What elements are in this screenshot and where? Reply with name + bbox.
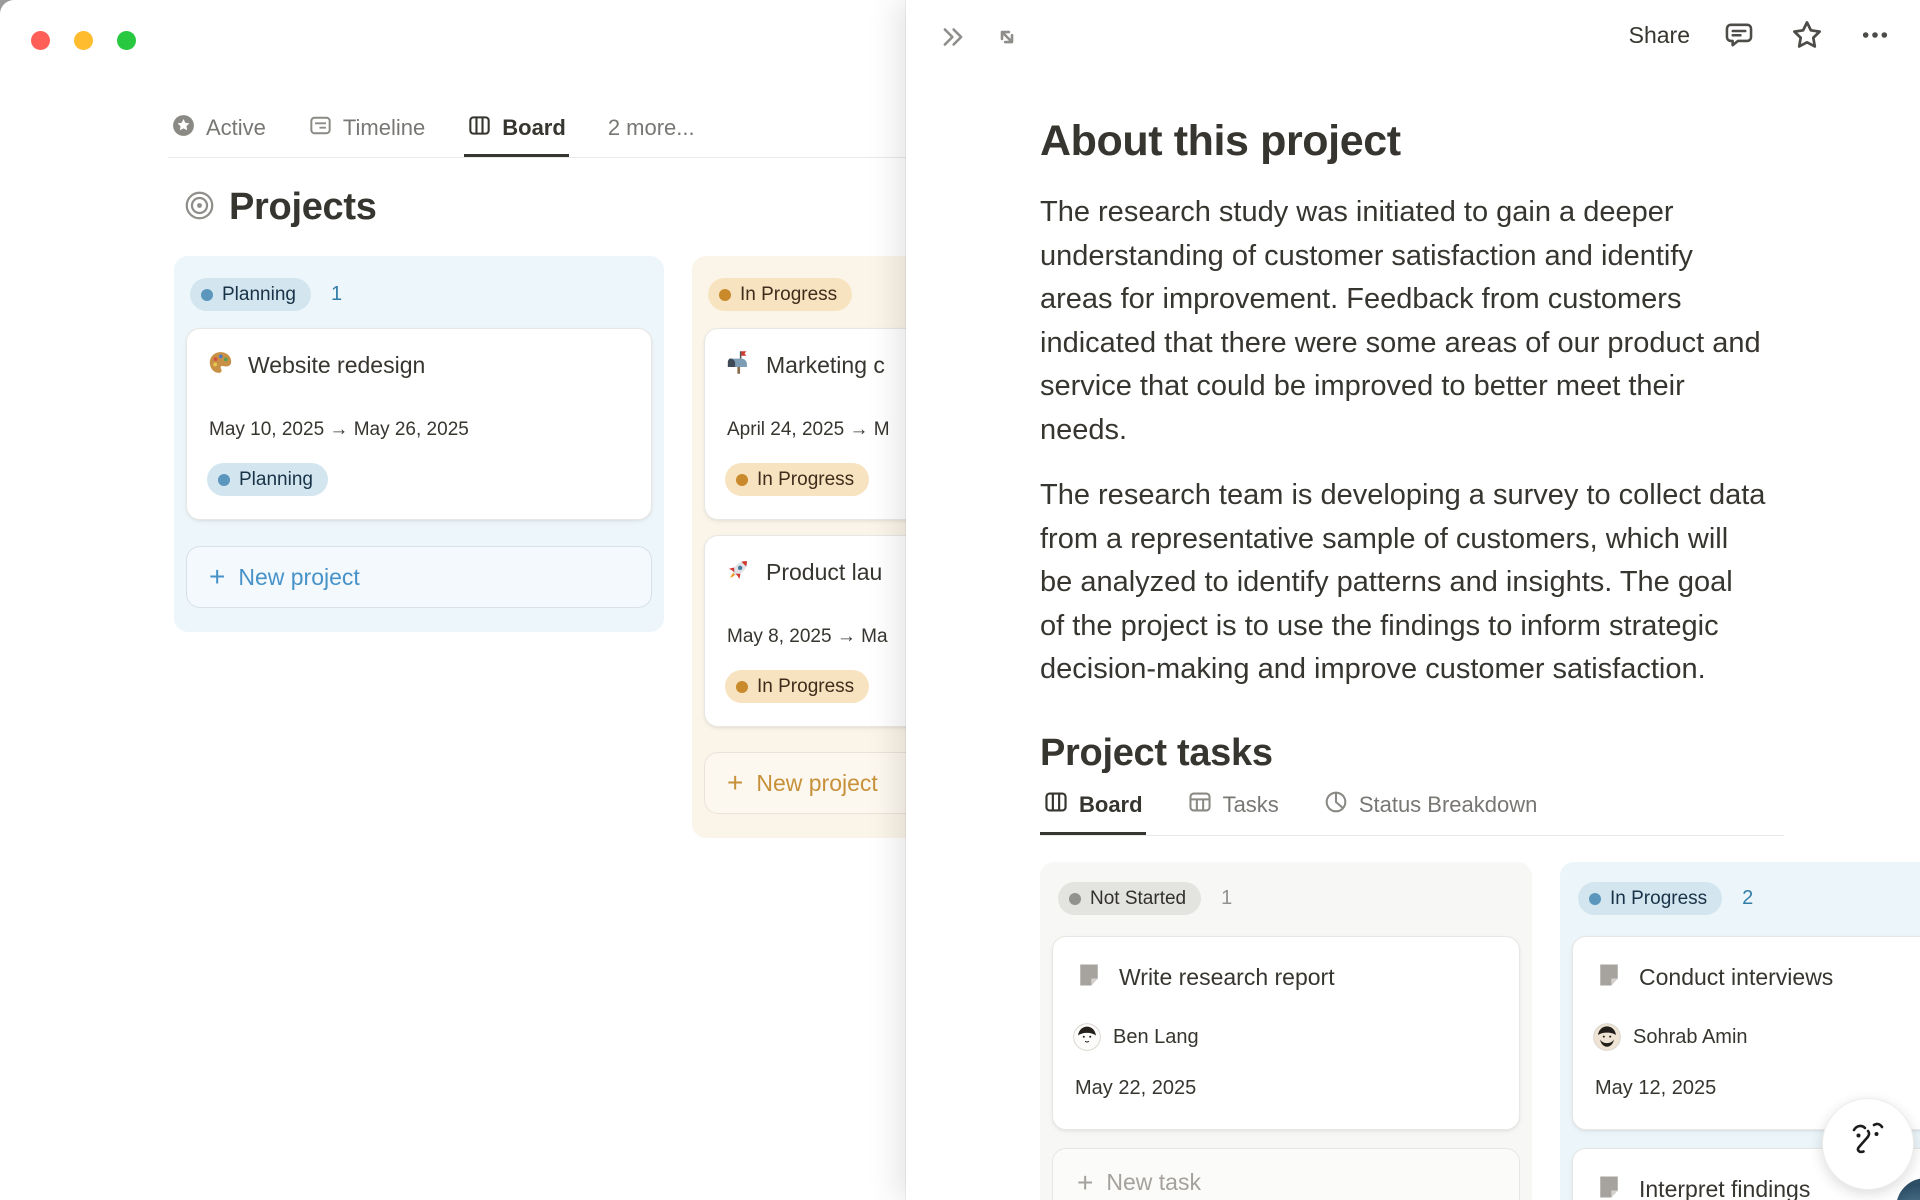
starred-view-icon xyxy=(171,113,196,144)
notion-ai-button[interactable] xyxy=(1822,1098,1914,1190)
page-icon xyxy=(1595,961,1623,994)
card-title: Marketing c xyxy=(766,351,885,378)
page-icon xyxy=(1595,1173,1623,1200)
project-column-planning: Planning 1 Website redesign May 10, 2025… xyxy=(174,256,664,632)
section-heading-about: About this project xyxy=(1040,116,1401,165)
status-dot xyxy=(719,288,731,301)
column-count: 1 xyxy=(1221,887,1233,909)
comment-icon[interactable] xyxy=(1720,16,1758,54)
task-view-tabs: Board Tasks Status Breakdown xyxy=(1040,778,1784,836)
expand-diagonal-icon[interactable] xyxy=(988,18,1026,56)
task-card-write-research-report[interactable]: Write research report Ben Lang May 22, 2… xyxy=(1052,936,1520,1130)
card-title: Product lau xyxy=(766,558,883,585)
palette-icon xyxy=(207,349,234,381)
task-column-not-started: Not Started 1 Write research report Ben … xyxy=(1040,862,1532,1200)
target-icon xyxy=(184,190,215,226)
page-title-row: Projects xyxy=(184,186,377,229)
card-date-range: April 24, 2025 → M xyxy=(727,419,890,440)
task-date: May 22, 2025 xyxy=(1075,1077,1197,1099)
board-view-icon xyxy=(1043,789,1069,821)
close-button[interactable] xyxy=(31,31,50,50)
card-date-range: May 10, 2025 → May 26, 2025 xyxy=(209,419,469,440)
share-button[interactable]: Share xyxy=(1629,22,1690,49)
column-count: 1 xyxy=(330,283,343,305)
page-icon xyxy=(1075,961,1103,994)
view-tab-label: Timeline xyxy=(342,115,426,140)
card-title: Website redesign xyxy=(248,351,426,378)
mailbox-icon xyxy=(725,349,752,381)
status-pill-planning[interactable]: Planning xyxy=(190,278,311,311)
notion-window: Active Timeline Board 2 more... Projects… xyxy=(0,0,1920,1200)
assignee-name: Sohrab Amin xyxy=(1633,1025,1748,1048)
table-view-icon xyxy=(1187,789,1213,821)
page-title: Projects xyxy=(229,186,377,228)
rocket-icon xyxy=(725,556,752,588)
status-pill-in-progress[interactable]: In Progress xyxy=(708,278,853,311)
task-date: May 12, 2025 xyxy=(1595,1077,1717,1099)
timeline-view-icon xyxy=(308,113,333,144)
side-peek-panel: Share About this project The research st… xyxy=(906,0,1920,1200)
status-dot xyxy=(1589,892,1601,905)
plus-icon: + xyxy=(209,561,226,592)
ai-face-icon xyxy=(1852,1122,1884,1154)
view-tabs: Active Timeline Board 2 more... xyxy=(168,102,920,158)
assignee-name: Ben Lang xyxy=(1113,1025,1199,1048)
status-pill-not-started[interactable]: Not Started xyxy=(1058,882,1202,915)
card-status-pill: Planning xyxy=(207,463,328,496)
about-paragraph-2: The research team is developing a survey… xyxy=(1040,479,1766,685)
avatar-ben-lang xyxy=(1073,1023,1101,1051)
column-count: 2 xyxy=(1742,887,1754,909)
view-tab-timeline[interactable]: Timeline xyxy=(305,102,428,157)
plus-icon: + xyxy=(1077,1167,1094,1198)
status-dot xyxy=(1069,892,1081,905)
card-date-range: May 8, 2025 → Ma xyxy=(727,626,888,647)
task-tab-board[interactable]: Board xyxy=(1040,778,1146,835)
minimize-button[interactable] xyxy=(74,31,93,50)
board-view-icon xyxy=(467,113,492,144)
project-card-website-redesign[interactable]: Website redesign May 10, 2025 → May 26, … xyxy=(186,328,652,520)
zoom-button[interactable] xyxy=(117,31,136,50)
section-heading-tasks: Project tasks xyxy=(1040,731,1273,774)
assignee-row: Ben Lang xyxy=(1073,1023,1199,1051)
status-dot xyxy=(201,288,213,301)
view-tab-active[interactable]: Active xyxy=(168,102,269,157)
window-controls xyxy=(31,31,136,50)
view-tab-label: Board xyxy=(502,115,566,140)
new-task-button[interactable]: + New task xyxy=(1052,1148,1520,1200)
view-tab-label: Active xyxy=(206,115,266,140)
about-paragraph-1: The research study was initiated to gain… xyxy=(1040,196,1761,446)
avatar-sohrab-amin xyxy=(1593,1023,1621,1051)
new-project-button[interactable]: + New project xyxy=(186,546,652,608)
assignee-row: Sohrab Amin xyxy=(1593,1023,1748,1051)
view-tab-label: 2 more... xyxy=(607,115,695,140)
star-icon[interactable] xyxy=(1788,16,1826,54)
task-tab-tasks[interactable]: Tasks xyxy=(1184,778,1282,835)
view-tab-board[interactable]: Board xyxy=(464,102,569,157)
card-status-pill: In Progress xyxy=(725,670,870,703)
pie-chart-icon xyxy=(1323,789,1349,821)
task-tab-status-breakdown[interactable]: Status Breakdown xyxy=(1320,778,1541,835)
double-chevron-right-icon[interactable] xyxy=(934,18,972,56)
status-pill-in-progress[interactable]: In Progress xyxy=(1578,882,1723,915)
card-status-pill: In Progress xyxy=(725,463,870,496)
more-ellipsis-icon[interactable] xyxy=(1856,16,1894,54)
plus-icon: + xyxy=(727,767,744,798)
view-tab-more[interactable]: 2 more... xyxy=(605,102,698,157)
